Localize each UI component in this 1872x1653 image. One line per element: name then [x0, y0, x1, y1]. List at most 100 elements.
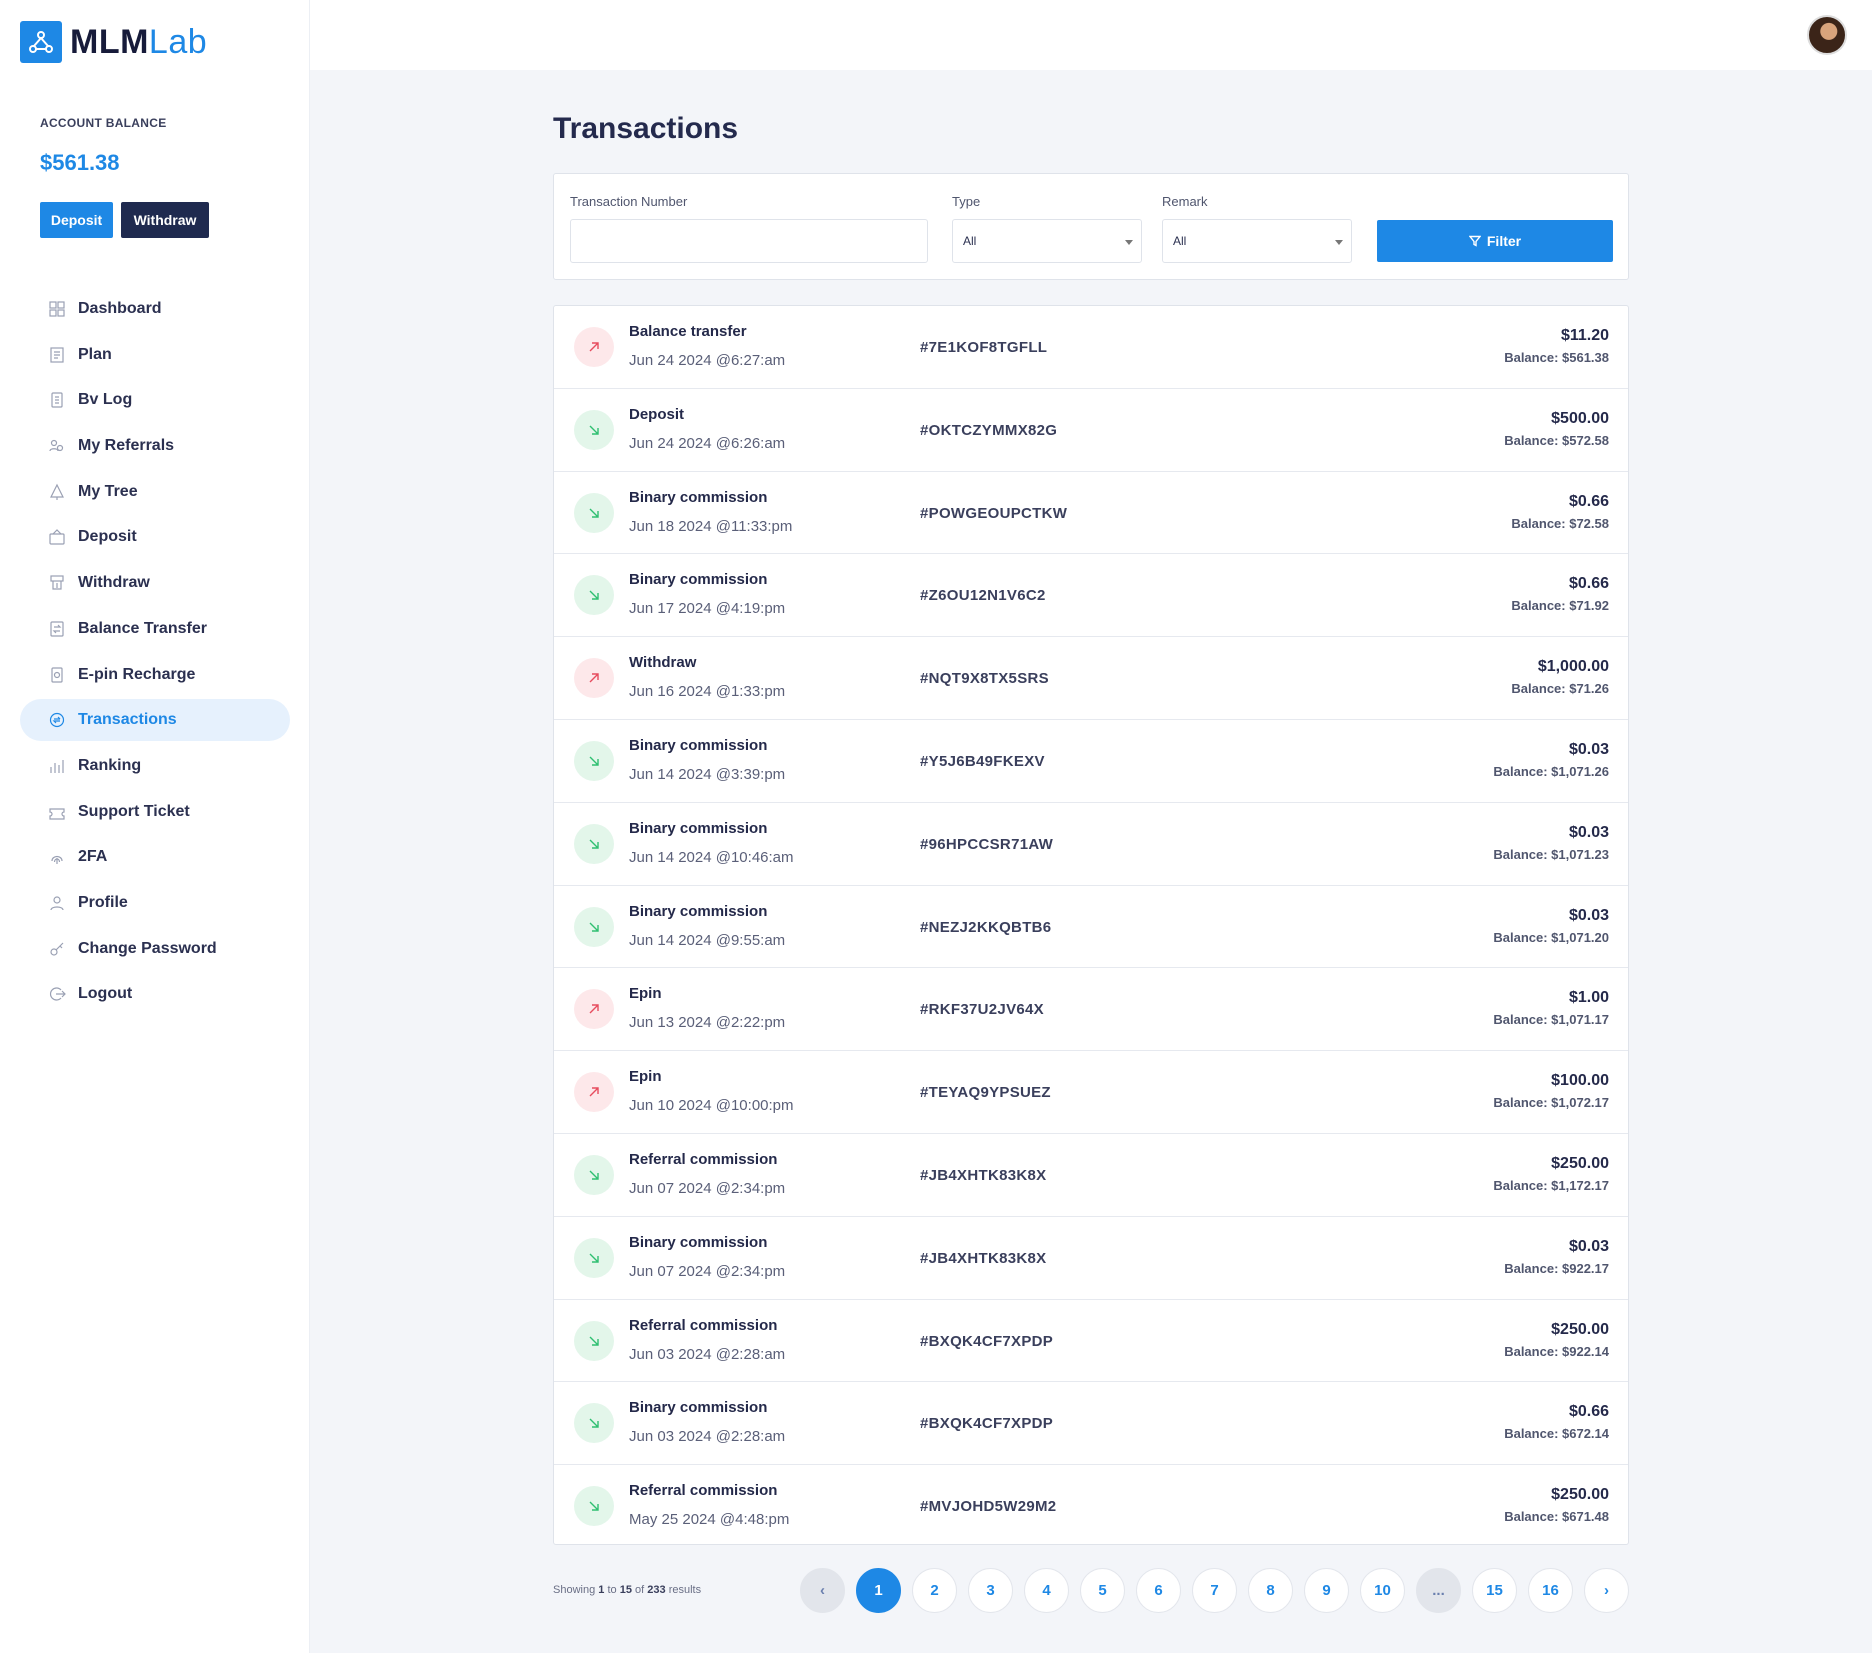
arrow-down-right-icon	[574, 492, 614, 533]
sidebar-item-label: My Tree	[78, 482, 138, 500]
transaction-balance: Balance: $671.48	[1504, 1509, 1609, 1525]
transaction-amount: $1.00	[1568, 989, 1609, 1007]
page-3-button[interactable]: 3	[968, 1568, 1013, 1613]
withdraw-button[interactable]: Withdraw	[121, 202, 209, 238]
sidebar-item-bv-log[interactable]: Bv Log	[20, 379, 290, 421]
epin-icon	[48, 666, 66, 684]
transaction-row: Binary commission Jun 14 2024 @10:46:am #9…	[554, 803, 1628, 886]
transaction-balance: Balance: $561.38	[1504, 350, 1609, 365]
transactions-list: Balance transfer Jun 24 2024 @6:27:am #7E1…	[553, 305, 1629, 1545]
transaction-date: Jun 17 2024 @4:19:pm	[629, 600, 786, 618]
sidebar-item-e-pin-recharge[interactable]: E-pin Recharge	[20, 654, 290, 696]
key-icon	[48, 940, 66, 958]
deposit-button[interactable]: Deposit	[40, 202, 113, 238]
transaction-amount: $250.00	[1551, 1154, 1609, 1172]
transaction-balance: Balance: $1,071.17	[1493, 1012, 1609, 1028]
remark-label: Remark	[1162, 194, 1208, 209]
trx-number-input[interactable]	[570, 219, 928, 263]
page-2-button[interactable]: 2	[912, 1568, 957, 1613]
transaction-title: Referral commission	[629, 1316, 778, 1334]
sidebar-item-my-tree[interactable]: My Tree	[20, 471, 290, 513]
sidebar-item-label: Ranking	[78, 756, 142, 774]
transaction-balance: Balance: $672.14	[1504, 1426, 1609, 1442]
transaction-number: #Z6OU12N1V6C2	[920, 587, 1046, 605]
plan-icon	[48, 346, 66, 364]
sidebar-item-withdraw[interactable]: Withdraw	[20, 562, 290, 604]
page-5-button[interactable]: 5	[1080, 1568, 1125, 1613]
arrow-down-right-icon	[574, 1154, 614, 1195]
transaction-amount: $100.00	[1551, 1072, 1609, 1090]
remark-select[interactable]: All	[1162, 219, 1352, 263]
arrow-up-right-icon	[574, 1072, 614, 1113]
filter-form: Transaction Number Type All Remark All F…	[553, 173, 1629, 280]
transaction-amount: $1,000.00	[1537, 658, 1609, 676]
topbar	[310, 0, 1872, 70]
sidebar-item-logout[interactable]: Logout	[20, 973, 290, 1015]
sidebar-item-deposit[interactable]: Deposit	[20, 516, 290, 558]
filter-button[interactable]: Filter	[1377, 220, 1613, 262]
transaction-date: Jun 16 2024 @1:33:pm	[629, 683, 786, 701]
next-page-button[interactable]: ›	[1584, 1568, 1629, 1613]
transaction-amount: $0.03	[1568, 823, 1609, 841]
transaction-amount: $0.66	[1568, 575, 1609, 593]
transaction-amount: $500.00	[1551, 409, 1609, 427]
filter-button-label: Filter	[1486, 233, 1522, 249]
transaction-date: Jun 07 2024 @2:34:pm	[629, 1179, 786, 1197]
page-9-button[interactable]: 9	[1304, 1568, 1349, 1613]
sidebar-item-transactions[interactable]: Transactions	[20, 699, 290, 742]
transaction-amount: $0.66	[1568, 1403, 1609, 1421]
sidebar-item-label: Dashboard	[78, 300, 162, 317]
transaction-date: Jun 18 2024 @11:33:pm	[629, 517, 793, 535]
brand-logo[interactable]: MLMLab	[20, 20, 207, 64]
withdraw-icon	[48, 574, 66, 592]
sidebar-item-profile[interactable]: Profile	[20, 882, 290, 924]
sidebar-item-label: Bv Log	[78, 391, 133, 409]
transaction-row: Binary commission Jun 14 2024 @3:39:pm #Y5…	[554, 720, 1628, 803]
page-6-button[interactable]: 6	[1136, 1568, 1181, 1613]
logout-icon	[48, 985, 66, 1003]
transaction-title: Withdraw	[629, 654, 697, 672]
sidebar-item-my-referrals[interactable]: My Referrals	[20, 425, 290, 467]
transactions-icon	[48, 711, 66, 729]
transaction-balance: Balance: $71.26	[1511, 681, 1609, 697]
type-select[interactable]: All	[952, 219, 1142, 263]
balance-transfer-icon	[48, 620, 66, 638]
transaction-row: Withdraw Jun 16 2024 @1:33:pm #NQT9X8TX5SR…	[554, 637, 1628, 720]
page-8-button[interactable]: 8	[1248, 1568, 1293, 1613]
sidebar-item-dashboard[interactable]: Dashboard	[20, 288, 290, 330]
arrow-down-right-icon	[574, 823, 614, 864]
sidebar-item-label: Transactions	[78, 711, 177, 729]
transaction-number: #BXQK4CF7XPDP	[920, 1415, 1054, 1433]
transaction-title: Deposit	[629, 405, 685, 423]
page-10-button[interactable]: 10	[1360, 1568, 1405, 1613]
page-15-button[interactable]: 15	[1472, 1568, 1517, 1613]
arrow-down-right-icon	[574, 409, 614, 450]
transaction-balance: Balance: $922.14	[1504, 1343, 1609, 1359]
transaction-number: #JB4XHTK83K8X	[920, 1166, 1047, 1184]
sidebar-item-change-password[interactable]: Change Password	[20, 928, 290, 970]
arrow-up-right-icon	[574, 658, 614, 699]
sidebar-item-2fa[interactable]: 2FA	[20, 836, 290, 878]
transaction-balance: Balance: $72.58	[1511, 515, 1609, 531]
chevron-down-icon	[1335, 240, 1343, 245]
sidebar-item-label: Withdraw	[78, 574, 150, 592]
page-ellipsis: ...	[1416, 1568, 1461, 1613]
page-7-button[interactable]: 7	[1192, 1568, 1237, 1613]
user-avatar[interactable]	[1807, 15, 1847, 55]
transaction-title: Binary commission	[629, 819, 768, 837]
sidebar-item-support-ticket[interactable]: Support Ticket	[20, 791, 290, 833]
sidebar-item-balance-transfer[interactable]: Balance Transfer	[20, 608, 290, 650]
sidebar-item-ranking[interactable]: Ranking	[20, 745, 290, 787]
page-1-button[interactable]: 1	[856, 1568, 901, 1613]
transaction-date: Jun 14 2024 @3:39:pm	[629, 765, 786, 783]
sidebar-item-plan[interactable]: Plan	[20, 334, 290, 376]
type-select-value: All	[963, 234, 977, 248]
transaction-row: Epin Jun 10 2024 @10:00:pm #TEYAQ9YPSUEZ $1…	[554, 1051, 1628, 1134]
page-4-button[interactable]: 4	[1024, 1568, 1069, 1613]
transaction-title: Binary commission	[629, 736, 768, 754]
transaction-date: Jun 24 2024 @6:26:am	[629, 434, 786, 452]
transaction-row: Balance transfer Jun 24 2024 @6:27:am #7E1…	[554, 306, 1628, 389]
page-16-button[interactable]: 16	[1528, 1568, 1573, 1613]
transaction-row: Binary commission Jun 03 2024 @2:28:am #BX…	[554, 1382, 1628, 1466]
transaction-number: #OKTCZYMMX82G	[920, 421, 1058, 439]
